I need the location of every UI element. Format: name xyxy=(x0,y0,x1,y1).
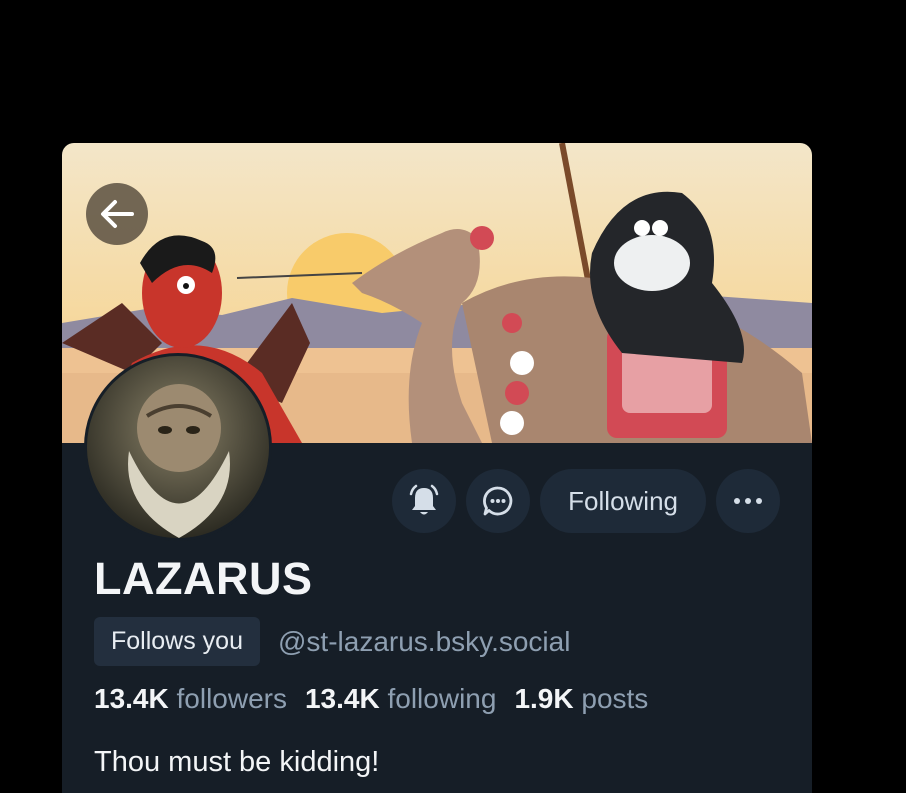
posts-label: posts xyxy=(581,683,649,714)
following-button[interactable]: Following xyxy=(540,469,706,533)
followers-stat[interactable]: 13.4K followers xyxy=(94,683,287,715)
back-button[interactable] xyxy=(86,183,148,245)
display-name: LAZARUS xyxy=(94,553,313,604)
followers-count: 13.4K xyxy=(94,683,169,714)
followers-label: followers xyxy=(176,683,287,714)
notify-button[interactable] xyxy=(392,469,457,533)
avatar-image xyxy=(87,356,269,538)
profile-handle: @st-lazarus.bsky.social xyxy=(278,625,571,657)
more-button[interactable] xyxy=(716,469,780,533)
chat-bubble-icon xyxy=(483,486,513,516)
follows-you-badge: Follows you xyxy=(94,617,260,666)
more-horizontal-icon xyxy=(734,498,762,504)
following-count: 13.4K xyxy=(304,683,380,714)
profile-bio: Thou must be kidding! xyxy=(94,746,380,778)
profile-card: Following LAZARUS Follows you @st-lazaru… xyxy=(62,143,812,793)
following-label: following xyxy=(387,683,497,714)
profile-stats: 13.4K followers 13.4K following 1.9K pos… xyxy=(94,683,648,715)
bell-icon xyxy=(409,484,439,515)
message-button[interactable] xyxy=(466,469,531,533)
following-stat[interactable]: 13.4K following xyxy=(305,683,496,715)
profile-meta: Follows you @st-lazarus.bsky.social xyxy=(94,617,570,666)
posts-stat: 1.9K posts xyxy=(514,683,648,715)
posts-count: 1.9K xyxy=(514,683,574,714)
avatar[interactable] xyxy=(84,353,272,541)
profile-actions: Following xyxy=(392,469,780,533)
arrow-left-icon xyxy=(101,200,134,228)
